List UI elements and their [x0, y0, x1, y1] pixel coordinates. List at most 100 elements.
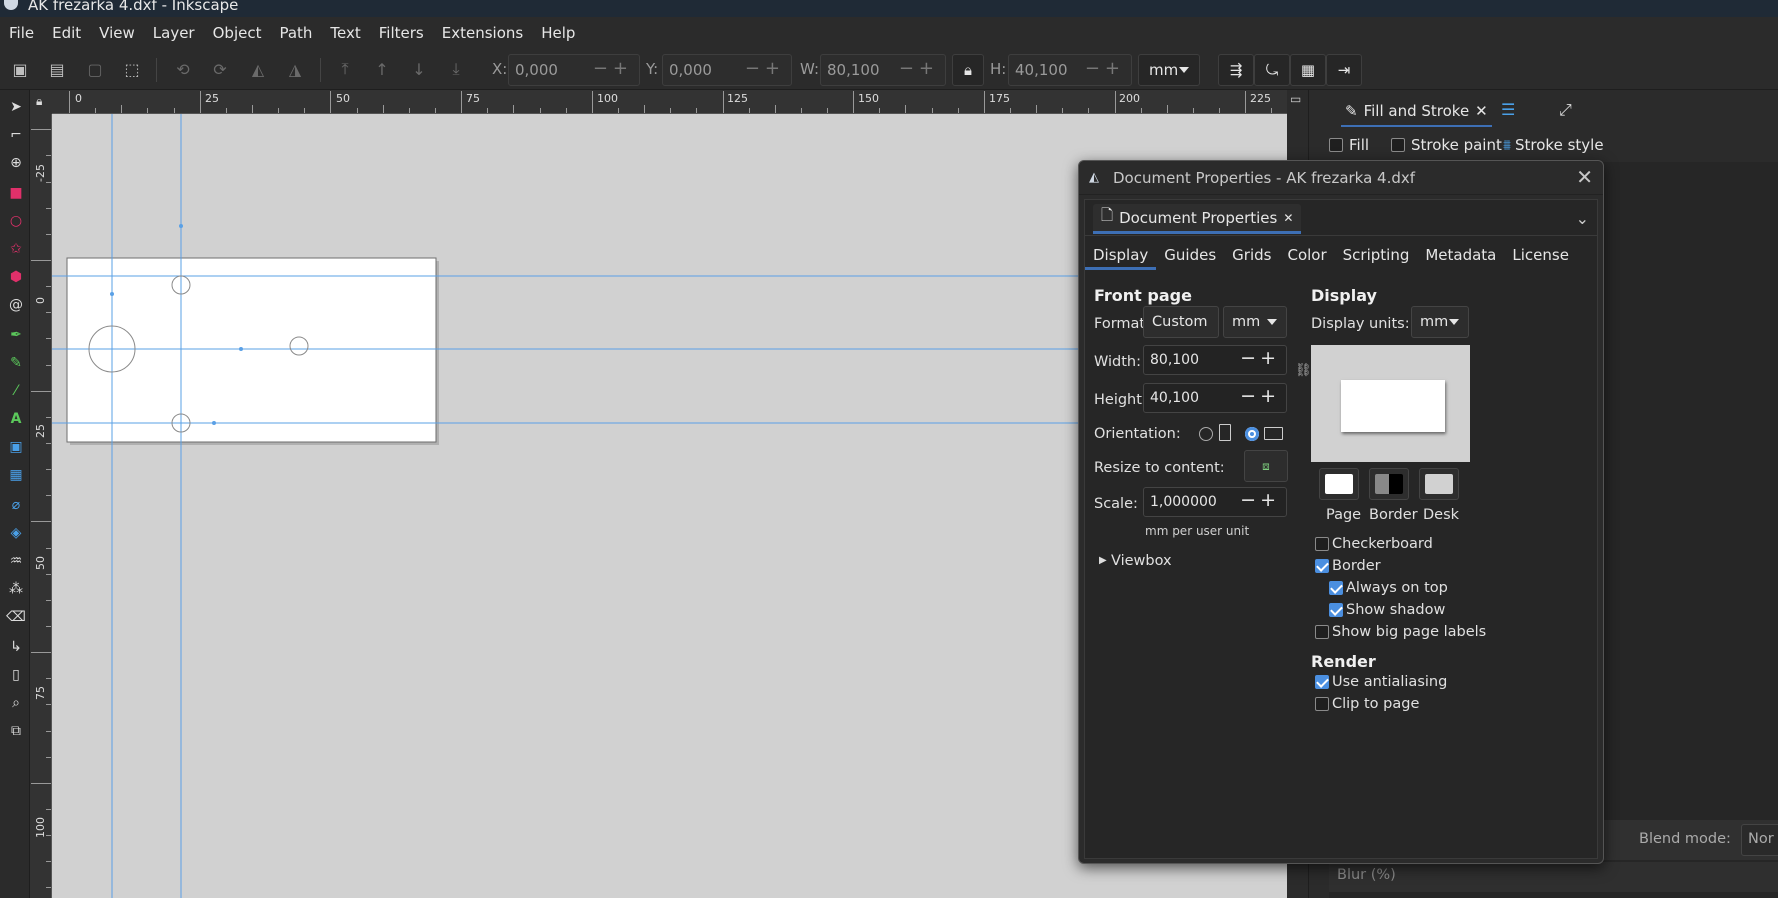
menu-edit[interactable]: Edit: [43, 24, 90, 42]
portrait-radio[interactable]: [1199, 427, 1213, 441]
big-page-labels-checkbox[interactable]: [1315, 625, 1329, 639]
page-color-swatch[interactable]: [1319, 468, 1359, 500]
rotate-ccw-icon[interactable]: ⟲: [172, 58, 194, 80]
page[interactable]: [66, 257, 437, 443]
touch-select-icon[interactable]: ⬚: [121, 58, 143, 80]
guide-anchor[interactable]: [239, 347, 243, 351]
close-icon[interactable]: ✕: [1283, 211, 1293, 225]
tab-stroke-paint[interactable]: Stroke paint: [1391, 136, 1502, 154]
spiral-tool-icon[interactable]: @: [5, 294, 27, 316]
menu-extensions[interactable]: Extensions: [433, 24, 532, 42]
menu-help[interactable]: Help: [532, 24, 584, 42]
ruler-corner[interactable]: 🔒︎: [30, 90, 52, 114]
scale-stroke-button[interactable]: ⇶: [1218, 54, 1254, 86]
calligraphy-tool-icon[interactable]: ⁄: [5, 380, 27, 402]
transform-gradients-button[interactable]: ▦: [1290, 54, 1326, 86]
pencil-tool-icon[interactable]: ✎: [5, 352, 27, 374]
ellipse-tool-icon[interactable]: ○: [5, 210, 27, 232]
always-on-top-checkbox[interactable]: [1329, 581, 1343, 595]
tab-guides[interactable]: Guides: [1156, 240, 1224, 270]
scale-input[interactable]: 1,000000 −+: [1143, 487, 1287, 517]
tab-color[interactable]: Color: [1279, 240, 1334, 270]
y-input[interactable]: 0,000 −+: [662, 54, 792, 86]
antialiasing-checkbox[interactable]: [1315, 675, 1329, 689]
tab-fill-and-stroke[interactable]: ✎ Fill and Stroke ✕: [1341, 97, 1492, 127]
eraser-tool-icon[interactable]: ⌫: [5, 606, 27, 628]
select-all-icon[interactable]: ▣: [9, 58, 31, 80]
scale-corners-button[interactable]: ⤿: [1254, 54, 1290, 86]
expander-arrow-icon[interactable]: ▶: [1099, 555, 1107, 566]
tweak-tool-icon[interactable]: ♒: [5, 550, 27, 572]
x-input[interactable]: 0,000 −+: [508, 54, 640, 86]
close-icon[interactable]: ✕: [1475, 102, 1488, 120]
page-width-input[interactable]: 80,100 −+: [1143, 345, 1287, 375]
mesh-tool-icon[interactable]: ▦: [5, 464, 27, 486]
menu-filters[interactable]: Filters: [370, 24, 433, 42]
format-unit-select[interactable]: mm: [1223, 306, 1287, 338]
display-units-select[interactable]: mm: [1411, 306, 1469, 338]
menu-view[interactable]: View: [90, 24, 144, 42]
pages-tool-icon[interactable]: ▯: [5, 664, 27, 686]
raise-to-top-icon[interactable]: ⤒: [334, 58, 356, 80]
guide-anchor[interactable]: [179, 224, 183, 228]
menu-file[interactable]: File: [0, 24, 43, 42]
tab-metadata[interactable]: Metadata: [1417, 240, 1504, 270]
tab-scripting[interactable]: Scripting: [1335, 240, 1418, 270]
paint-bucket-tool-icon[interactable]: ◈: [5, 522, 27, 544]
flip-horizontal-icon[interactable]: ◭: [247, 58, 269, 80]
menu-path[interactable]: Path: [270, 24, 321, 42]
menu-layer[interactable]: Layer: [144, 24, 204, 42]
pen-tool-icon[interactable]: ✒: [5, 324, 27, 346]
connector-tool-icon[interactable]: ↳: [5, 636, 27, 658]
checkerboard-checkbox[interactable]: [1315, 537, 1329, 551]
rectangle-tool-icon[interactable]: ■: [5, 182, 27, 204]
layers-icon[interactable]: ☰: [1501, 100, 1515, 119]
rotate-cw-icon[interactable]: ⟳: [209, 58, 231, 80]
unit-select[interactable]: mm: [1138, 54, 1200, 86]
tab-license[interactable]: License: [1504, 240, 1577, 270]
link-dimensions-icon[interactable]: ⛓: [1295, 363, 1312, 378]
guide-anchor[interactable]: [110, 292, 114, 296]
blend-mode-select[interactable]: Nor: [1741, 824, 1778, 856]
flip-vertical-icon[interactable]: ◮: [284, 58, 306, 80]
guide-anchor[interactable]: [212, 421, 216, 425]
height-input[interactable]: 40,100 −+: [1008, 54, 1132, 86]
tab-stroke-style[interactable]: ⩩ Stroke style: [1503, 136, 1604, 154]
3d-box-tool-icon[interactable]: ⬢: [5, 266, 27, 288]
horizontal-ruler[interactable]: 0 25 50 75 100 125 150 175 200 225: [52, 90, 1287, 114]
gradient-tool-icon[interactable]: ▣: [5, 436, 27, 458]
dialog-title-bar[interactable]: ◭ Document Properties - AK frezarka 4.dx…: [1079, 161, 1603, 195]
border-checkbox[interactable]: [1315, 559, 1329, 573]
viewbox-expander[interactable]: Viewbox: [1111, 553, 1172, 569]
format-select[interactable]: Custom: [1143, 306, 1219, 338]
display-mode-icon[interactable]: ▭: [1290, 92, 1301, 106]
zoom-tool-icon[interactable]: ⌕: [5, 692, 27, 714]
desk-color-swatch[interactable]: [1419, 468, 1459, 500]
tab-fill[interactable]: Fill: [1329, 136, 1369, 154]
blur-row[interactable]: Blur (%): [1329, 862, 1778, 892]
menu-object[interactable]: Object: [204, 24, 271, 42]
measure-tool-icon[interactable]: ⧉: [5, 720, 27, 742]
spray-tool-icon[interactable]: ⁂: [5, 578, 27, 600]
text-tool-icon[interactable]: A: [5, 408, 27, 430]
select-all-layers-icon[interactable]: ▤: [46, 58, 68, 80]
selector-tool-icon[interactable]: ➤: [5, 96, 27, 118]
xml-editor-icon[interactable]: ⤢: [1559, 100, 1572, 120]
tab-grids[interactable]: Grids: [1224, 240, 1279, 270]
shape-builder-tool-icon[interactable]: ⊕: [5, 152, 27, 174]
tab-display[interactable]: Display: [1085, 240, 1157, 270]
raise-icon[interactable]: ↑: [371, 58, 393, 80]
border-color-swatch[interactable]: [1369, 468, 1409, 500]
tab-document-properties[interactable]: 🗋︎ Document Properties ✕: [1093, 204, 1302, 234]
resize-to-content-button[interactable]: ⧈: [1244, 450, 1288, 482]
page-height-input[interactable]: 40,100 −+: [1143, 383, 1287, 413]
transform-patterns-button[interactable]: ⇥: [1326, 54, 1362, 86]
vertical-ruler[interactable]: -25 0 25 50 75 100: [30, 114, 52, 898]
lock-guides-icon[interactable]: 🔒︎: [36, 94, 42, 109]
lock-ratio-button[interactable]: 🔒︎: [952, 54, 984, 86]
star-tool-icon[interactable]: ✩: [5, 238, 27, 260]
landscape-radio[interactable]: [1245, 427, 1259, 441]
show-shadow-checkbox[interactable]: [1329, 603, 1343, 617]
lower-to-bottom-icon[interactable]: ⤓: [445, 58, 467, 80]
deselect-icon[interactable]: ▢: [84, 58, 106, 80]
